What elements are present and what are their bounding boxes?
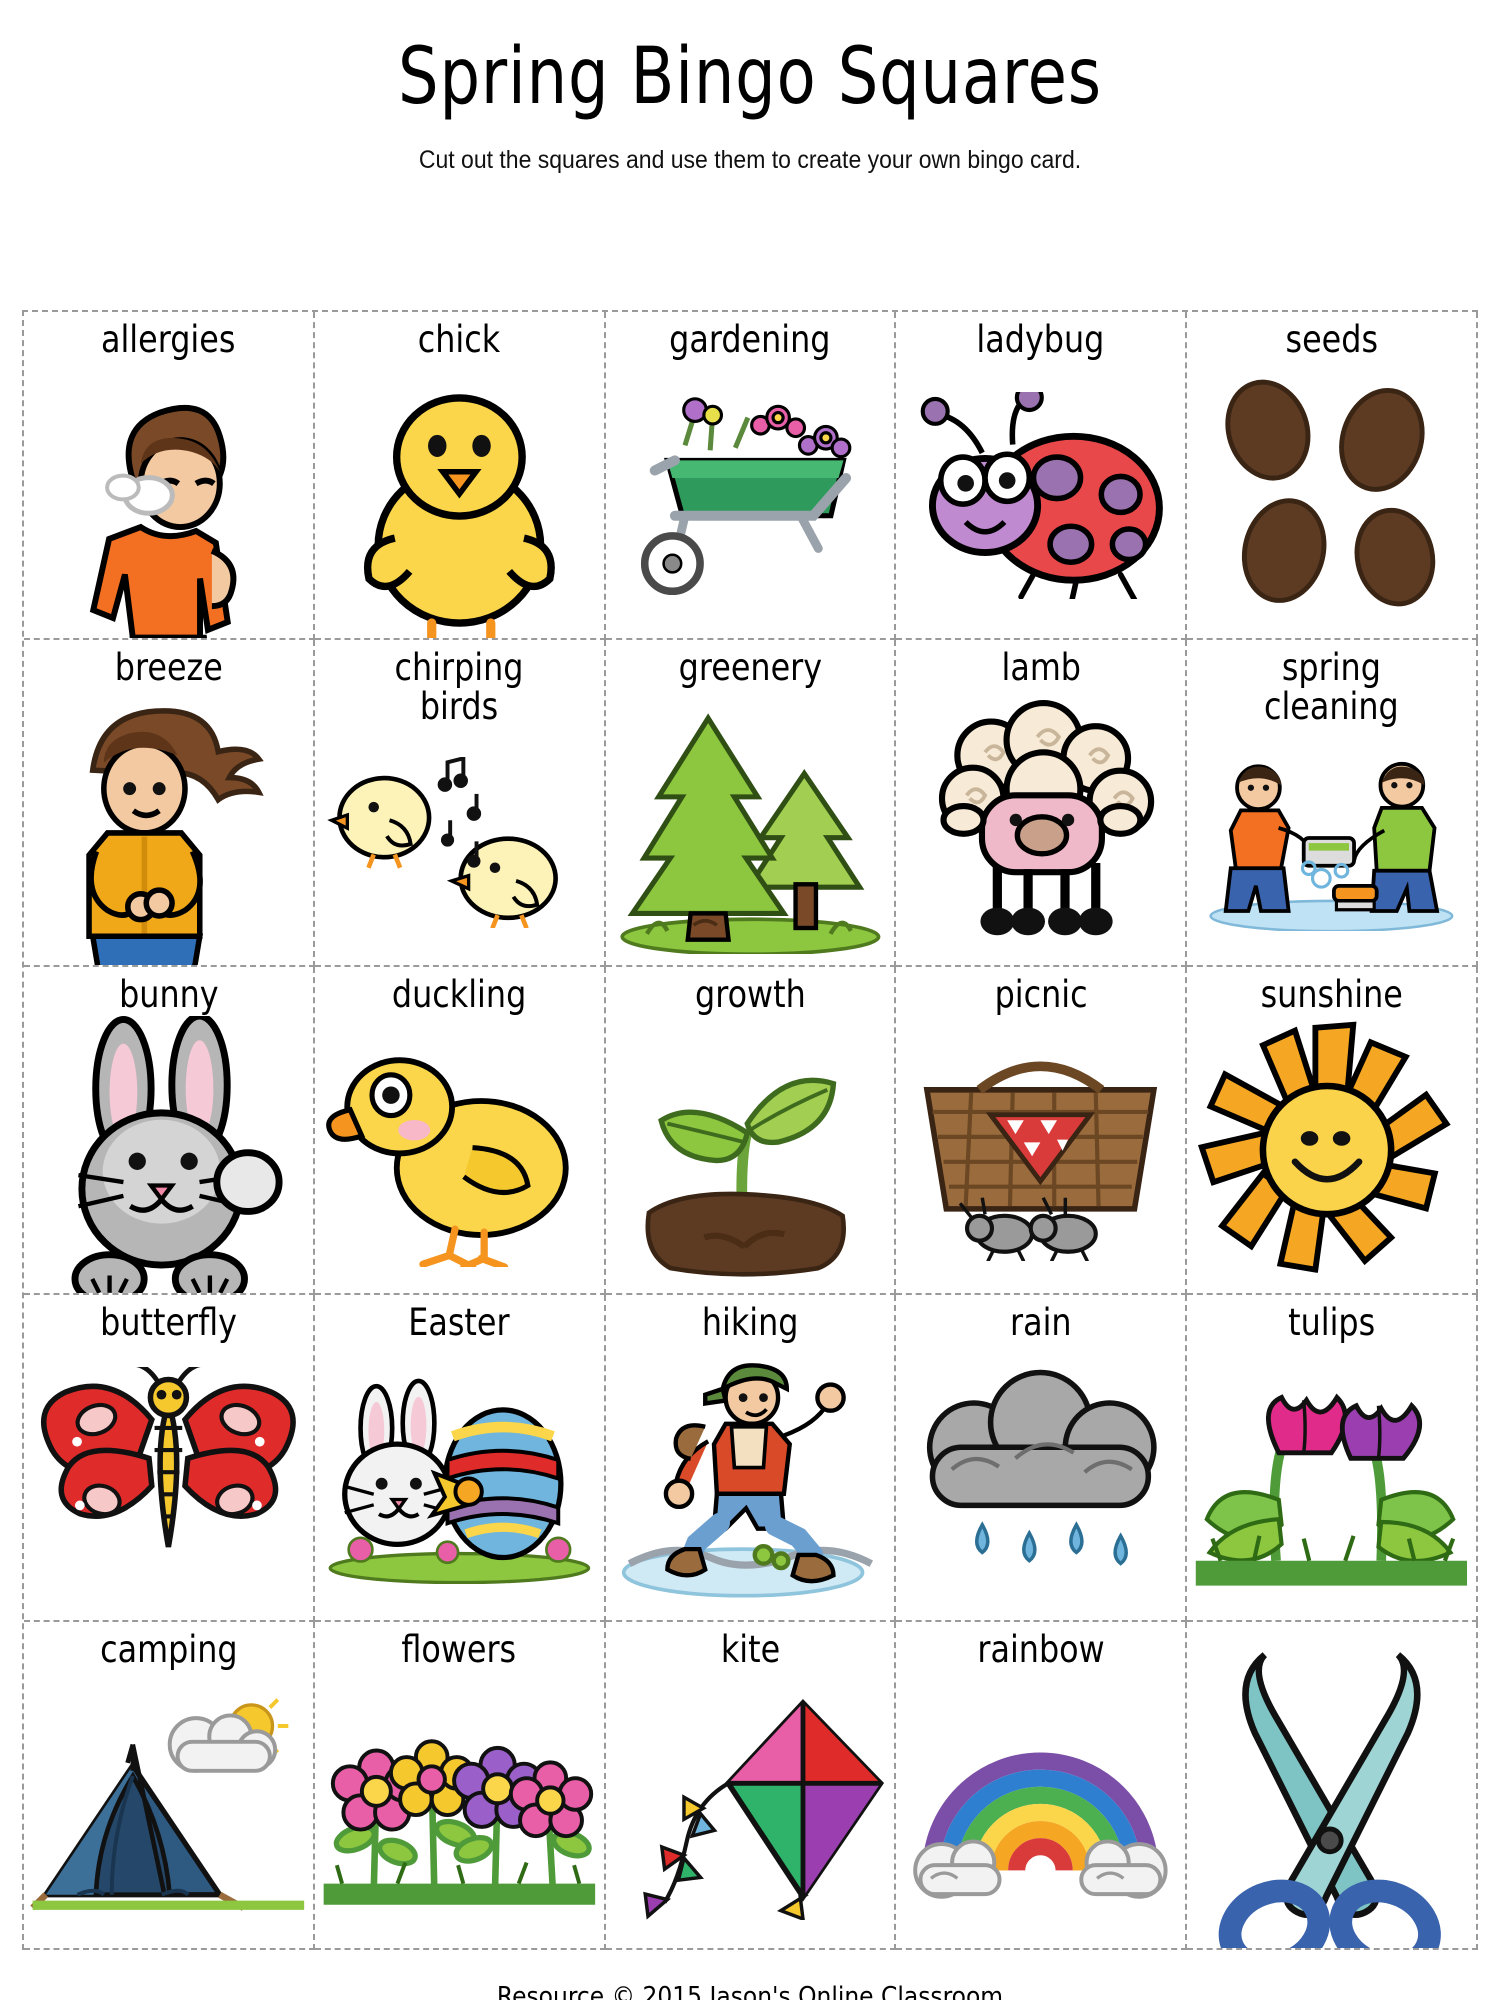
easter-bunny-egg-icon (315, 1342, 604, 1620)
bingo-cell[interactable]: Easter (314, 1294, 606, 1623)
bingo-cell[interactable] (1187, 1622, 1478, 1950)
cell-label: chirping birds (394, 645, 524, 728)
bingo-cell[interactable]: chick (314, 312, 606, 640)
cell-label: rainbow (977, 1628, 1105, 1672)
bingo-cell[interactable]: tulips (1187, 1294, 1478, 1623)
scissors-icon (1187, 1630, 1476, 1949)
cell-label: greenery (678, 645, 822, 689)
chick-icon (315, 359, 604, 638)
ladybug-icon (896, 359, 1185, 637)
cell-label: camping (99, 1628, 238, 1672)
bingo-cell[interactable]: flowers (314, 1622, 606, 1950)
footer-credit: Resource © 2015 Jason's Online Classroom (496, 1982, 1004, 2000)
page-title: Spring Bingo Squares (398, 32, 1102, 122)
tent-icon (24, 1670, 313, 1948)
bingo-cell[interactable]: growth (605, 967, 897, 1295)
chirping-birds-icon (315, 726, 604, 965)
bingo-cell[interactable]: rain (896, 1294, 1188, 1623)
bingo-cell[interactable]: rainbow (896, 1622, 1188, 1950)
sprout-icon (606, 1014, 895, 1292)
cell-label: picnic (994, 973, 1088, 1017)
cell-label: tulips (1288, 1300, 1376, 1344)
evergreen-trees-icon (606, 687, 895, 965)
flowers-icon (315, 1670, 604, 1948)
bingo-cell[interactable]: kite (605, 1622, 897, 1950)
cell-label: flowers (401, 1628, 517, 1672)
bingo-cell[interactable]: spring cleaning (1187, 639, 1478, 968)
sneezing-boy-icon (24, 359, 313, 638)
cell-label: duckling (392, 973, 527, 1017)
cell-label: butterfly (99, 1300, 237, 1344)
tulips-icon (1187, 1342, 1476, 1620)
bingo-cell[interactable]: ladybug (896, 312, 1188, 640)
windblown-girl-icon (24, 687, 313, 966)
cell-label: seeds (1285, 318, 1378, 361)
bingo-cell[interactable]: allergies (24, 312, 315, 640)
bingo-grid: allergies chick gardening ladybug seeds … (22, 310, 1478, 1950)
cell-label: gardening (669, 318, 831, 361)
bingo-cell[interactable]: lamb (896, 639, 1188, 968)
cell-label: lamb (1001, 645, 1081, 689)
bingo-cell[interactable]: duckling (314, 967, 606, 1295)
cell-label: ladybug (976, 318, 1105, 361)
hiking-boy-icon (606, 1342, 895, 1620)
cell-label: sunshine (1260, 973, 1403, 1017)
sun-icon (1187, 1014, 1476, 1292)
cell-label: growth (694, 973, 806, 1017)
bingo-cell[interactable]: greenery (605, 639, 897, 968)
picnic-basket-icon (896, 1014, 1185, 1292)
bunny-icon (24, 1014, 313, 1293)
bingo-cell[interactable]: breeze (24, 639, 315, 968)
bingo-cell[interactable]: camping (24, 1622, 315, 1950)
bingo-cell[interactable]: bunny (24, 967, 315, 1295)
worksheet-page: Spring Bingo Squares Cut out the squares… (0, 38, 1500, 2000)
bingo-cell[interactable]: picnic (896, 967, 1188, 1295)
cell-label: chick (417, 318, 501, 361)
cell-label: rain (1009, 1300, 1072, 1344)
cell-label: breeze (114, 645, 223, 689)
cell-label: bunny (118, 973, 219, 1017)
rain-cloud-icon (896, 1342, 1185, 1620)
bingo-cell[interactable]: butterfly (24, 1294, 315, 1623)
kids-cleaning-icon (1187, 726, 1476, 965)
duckling-icon (315, 1014, 604, 1292)
cell-label: spring cleaning (1264, 645, 1399, 728)
bingo-cell[interactable]: sunshine (1187, 967, 1478, 1295)
page-subtitle: Cut out the squares and use them to crea… (418, 146, 1082, 174)
cell-label: hiking (701, 1300, 799, 1344)
seeds-icon (1187, 359, 1476, 637)
cell-label: kite (720, 1628, 780, 1672)
bingo-cell[interactable]: gardening (605, 312, 897, 640)
cell-label: allergies (101, 318, 236, 361)
kite-icon (606, 1670, 895, 1948)
cell-label: Easter (408, 1300, 510, 1344)
butterfly-icon (24, 1342, 313, 1620)
bingo-cell[interactable]: seeds (1187, 312, 1478, 640)
rainbow-icon (896, 1670, 1185, 1948)
lamb-icon (896, 687, 1185, 965)
bingo-cell[interactable]: hiking (605, 1294, 897, 1623)
bingo-cell[interactable]: chirping birds (314, 639, 606, 968)
wheelbarrow-flowers-icon (606, 359, 895, 637)
